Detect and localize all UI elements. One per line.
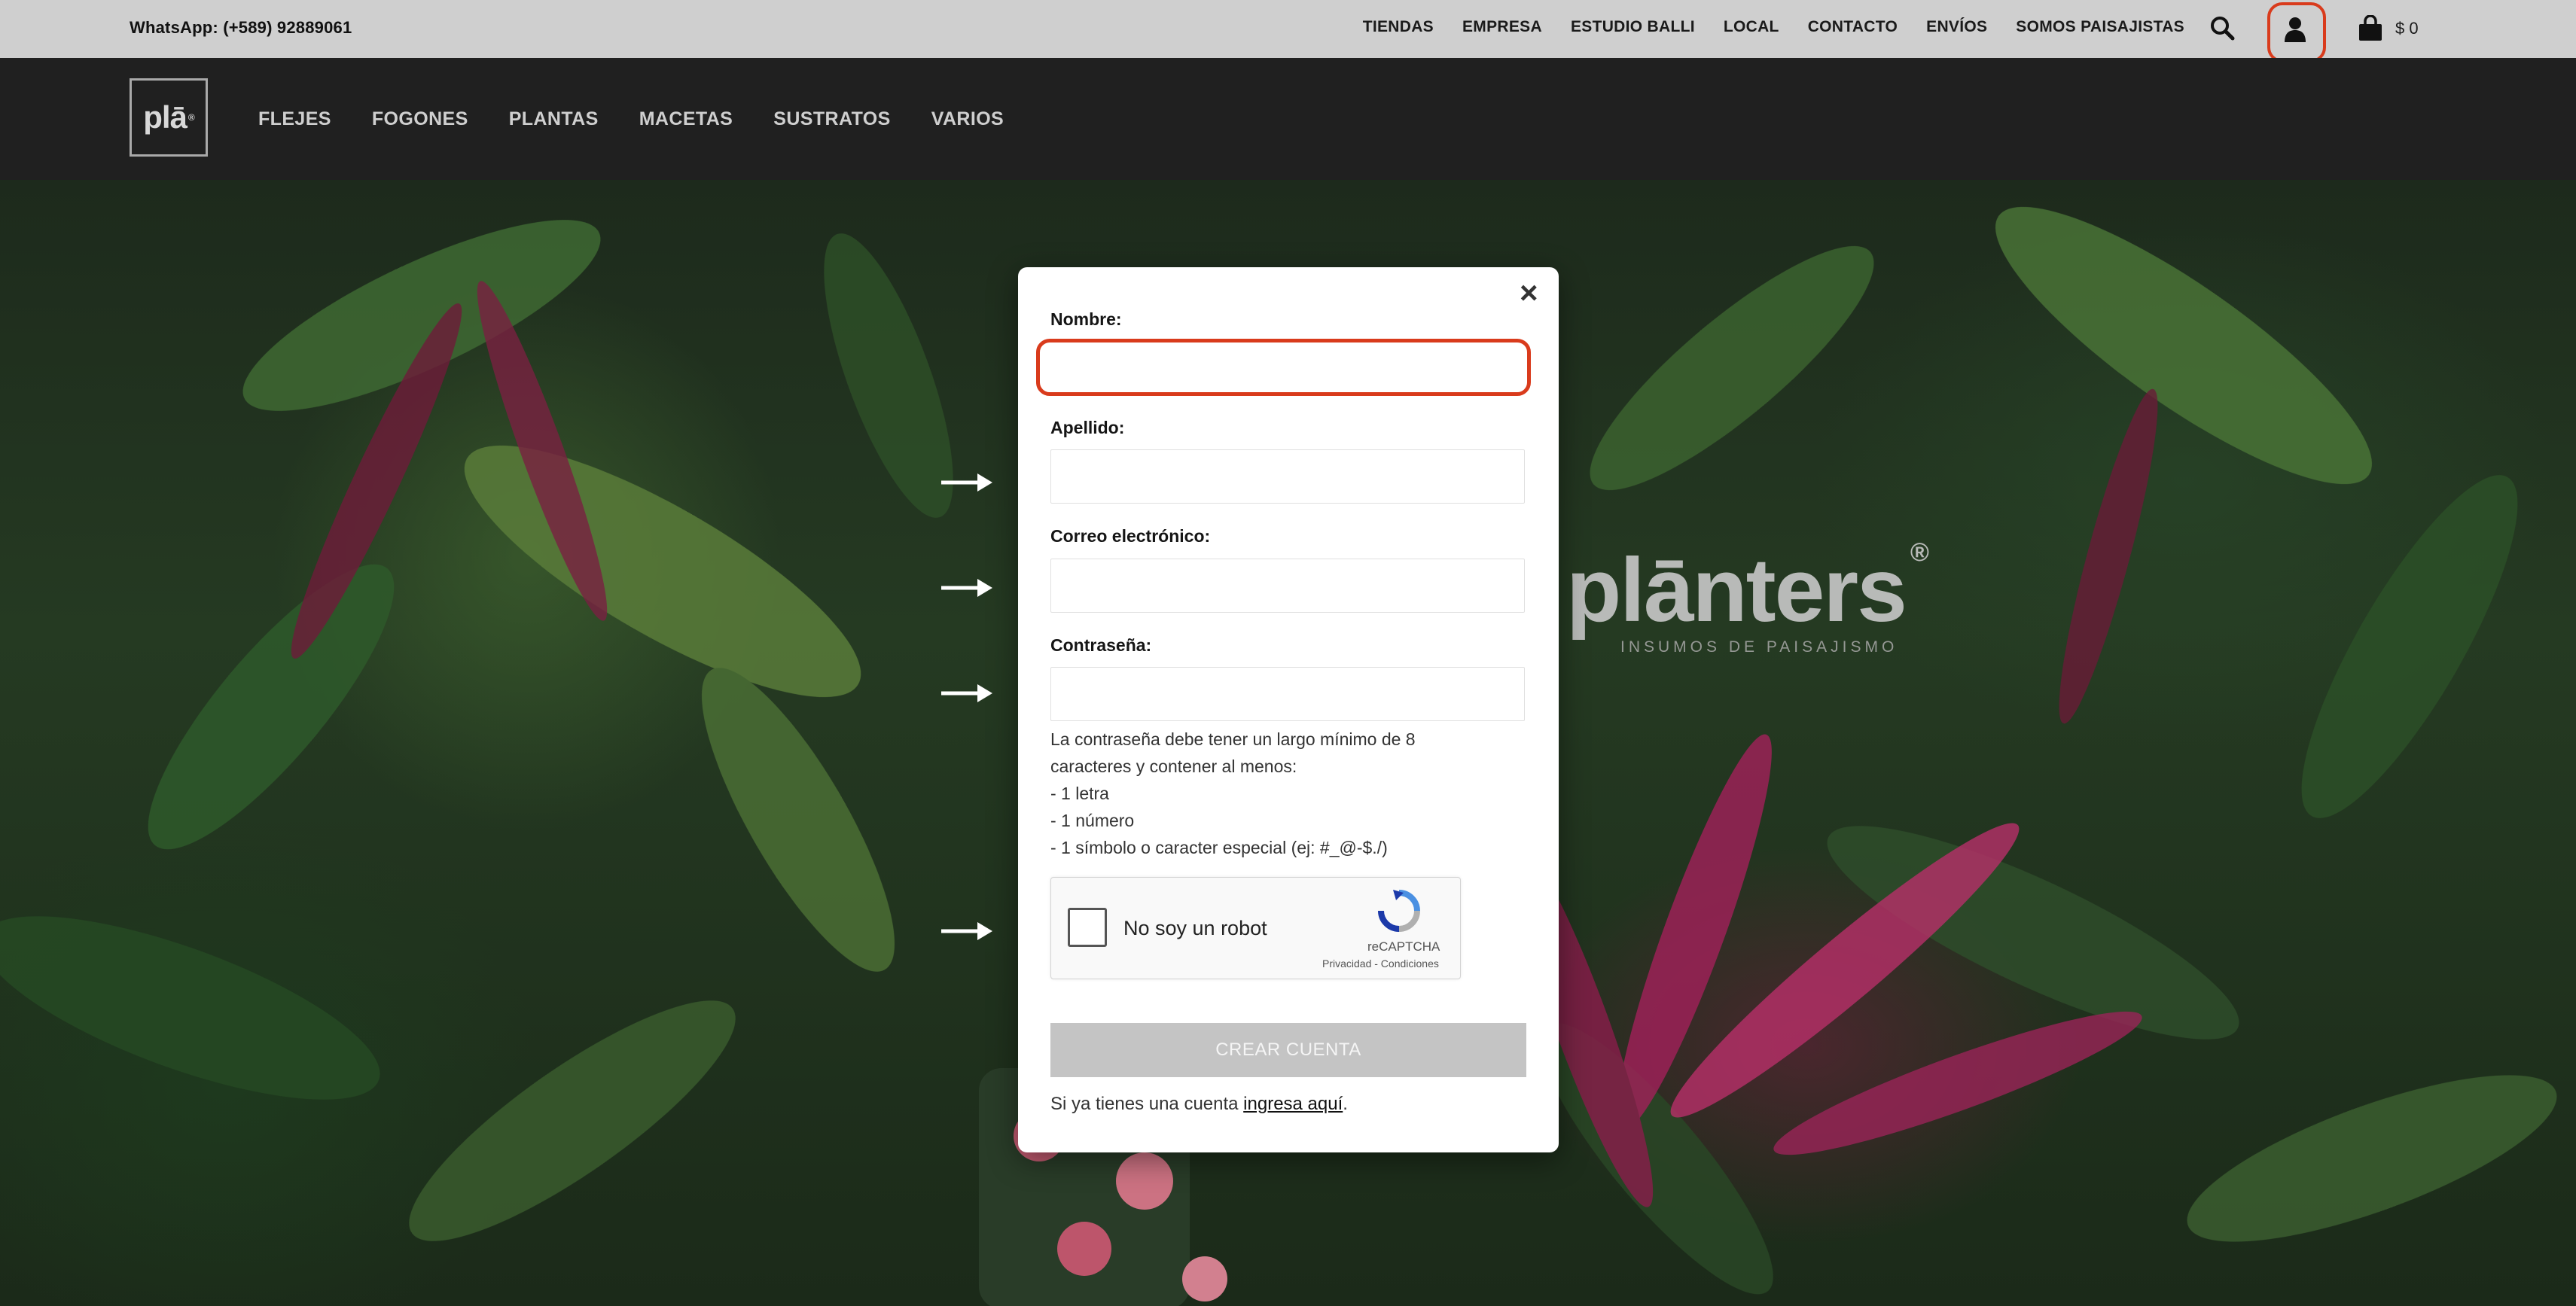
close-icon[interactable]: ×: [1520, 275, 1538, 311]
recaptcha-logo-icon: [1378, 890, 1420, 932]
password-help-line: caracteres y contener al menos:: [1050, 757, 1297, 776]
password-help-line: La contraseña debe tener un largo mínimo…: [1050, 729, 1416, 749]
category-sustratos[interactable]: SUSTRATOS: [773, 108, 890, 130]
apellido-label: Apellido:: [1050, 418, 1125, 437]
nav-empresa[interactable]: EMPRESA: [1462, 18, 1542, 36]
nombre-label: Nombre:: [1050, 309, 1122, 329]
brand-tagline: INSUMOS DE PAISAJISMO: [1620, 638, 1898, 656]
recaptcha-brand: reCAPTCHA: [1367, 939, 1440, 954]
nav-local[interactable]: LOCAL: [1724, 18, 1779, 36]
recaptcha-label: No soy un robot: [1123, 917, 1267, 939]
password-rule-letter: - 1 letra: [1050, 784, 1109, 803]
category-macetas[interactable]: MACETAS: [639, 108, 733, 130]
brand-name: plānters: [1566, 540, 1907, 641]
category-nav: FLEJES FOGONES PLANTAS MACETAS SUSTRATOS…: [258, 108, 1004, 130]
password-label: Contraseña:: [1050, 635, 1152, 655]
user-icon[interactable]: [2283, 17, 2307, 42]
arrow-right-icon: [941, 684, 992, 702]
recaptcha-checkbox[interactable]: [1068, 908, 1107, 947]
recaptcha-links[interactable]: Privacidad - Condiciones: [1322, 957, 1439, 970]
brand-wordmark: plānters ®: [1566, 538, 1929, 642]
password-rule-number: - 1 número: [1050, 811, 1135, 830]
email-input[interactable]: [1050, 559, 1525, 613]
register-modal: × Nombre: Apellido: Correo electrónico: …: [1018, 267, 1559, 1152]
nav-estudio-balli[interactable]: ESTUDIO BALLI: [1571, 18, 1695, 36]
site-logo[interactable]: plā ®: [130, 78, 208, 157]
password-rule-symbol: - 1 símbolo o caracter especial (ej: #_@…: [1050, 838, 1388, 857]
brand-mark: ®: [1910, 538, 1929, 567]
category-plantas[interactable]: PLANTAS: [509, 108, 599, 130]
nav-somos-paisajistas[interactable]: SOMOS PAISAJISTAS: [2016, 18, 2184, 36]
category-flejes[interactable]: FLEJES: [258, 108, 331, 130]
login-prefix: Si ya tienes una cuenta: [1050, 1094, 1244, 1114]
arrow-right-icon: [941, 473, 992, 492]
email-label: Correo electrónico:: [1050, 526, 1211, 546]
category-varios[interactable]: VARIOS: [931, 108, 1004, 130]
recaptcha-widget: No soy un robot reCAPTCHA Privacidad - C…: [1050, 877, 1461, 979]
top-utility-bar: WhatsApp: (+589) 92889061 TIENDAS EMPRES…: [0, 0, 2576, 59]
nav-tiendas[interactable]: TIENDAS: [1363, 18, 1434, 36]
nombre-input[interactable]: [1036, 339, 1531, 396]
apellido-input[interactable]: [1050, 449, 1525, 504]
login-suffix: .: [1343, 1094, 1348, 1114]
logo-mark: ®: [187, 112, 195, 123]
login-link[interactable]: ingresa aquí: [1243, 1094, 1343, 1114]
password-requirements: La contraseña debe tener un largo mínimo…: [1050, 726, 1525, 861]
arrow-right-icon: [941, 579, 992, 597]
nav-contacto[interactable]: CONTACTO: [1808, 18, 1898, 36]
cart-total[interactable]: $ 0: [2395, 19, 2419, 38]
nav-envios[interactable]: ENVÍOS: [1926, 18, 1987, 36]
search-icon[interactable]: [2209, 15, 2235, 41]
shopping-bag-icon[interactable]: [2357, 15, 2384, 42]
login-prompt: Si ya tienes una cuenta ingresa aquí.: [1050, 1094, 1348, 1115]
category-fogones[interactable]: FOGONES: [372, 108, 468, 130]
create-account-button[interactable]: CREAR CUENTA: [1050, 1023, 1526, 1077]
top-nav: TIENDAS EMPRESA ESTUDIO BALLI LOCAL CONT…: [1363, 18, 2184, 36]
arrow-right-icon: [941, 922, 992, 940]
password-input[interactable]: [1050, 667, 1525, 721]
logo-text: plā: [143, 99, 187, 135]
whatsapp-contact[interactable]: WhatsApp: (+589) 92889061: [130, 18, 352, 38]
